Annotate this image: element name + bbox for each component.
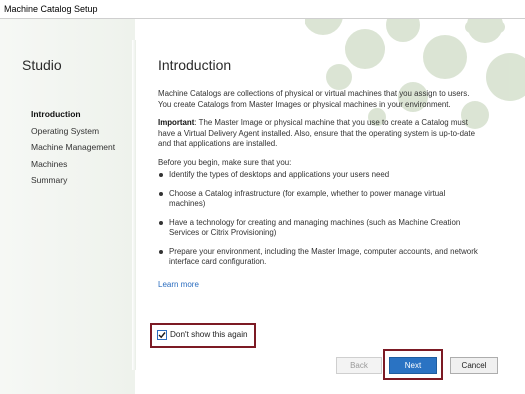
- intro-paragraph: Machine Catalogs are collections of phys…: [158, 89, 470, 109]
- next-button[interactable]: Next: [389, 357, 437, 374]
- important-text: : The Master Image or physical machine t…: [158, 118, 475, 148]
- learn-more-link[interactable]: Learn more: [158, 280, 199, 289]
- list-item: Identify the types of desktops and appli…: [158, 170, 478, 181]
- studio-heading: Studio: [22, 57, 62, 73]
- page-title: Introduction: [158, 57, 232, 73]
- cancel-button[interactable]: Cancel: [450, 357, 498, 374]
- wizard-steps: Introduction Operating System Machine Ma…: [31, 108, 115, 191]
- window-title: Machine Catalog Setup: [0, 0, 525, 18]
- list-item: Have a technology for creating and manag…: [158, 218, 478, 239]
- before-paragraph: Before you begin, make sure that you:: [158, 157, 292, 167]
- list-item: Prepare your environment, including the …: [158, 247, 478, 268]
- step-operating-system[interactable]: Operating System: [31, 125, 115, 142]
- requirements-list: Identify the types of desktops and appli…: [158, 170, 478, 268]
- important-paragraph: Important: The Master Image or physical …: [158, 118, 478, 150]
- sidebar: [0, 19, 135, 394]
- sidebar-divider: [132, 40, 136, 370]
- list-item: Choose a Catalog infrastructure (for exa…: [158, 189, 478, 210]
- step-introduction[interactable]: Introduction: [31, 108, 115, 125]
- step-machines[interactable]: Machines: [31, 158, 115, 175]
- step-summary[interactable]: Summary: [31, 174, 115, 191]
- back-button[interactable]: Back: [336, 357, 382, 374]
- checkmark-icon: [158, 332, 166, 339]
- step-machine-management[interactable]: Machine Management: [31, 141, 115, 158]
- important-label: Important: [158, 118, 195, 127]
- dont-show-checkbox[interactable]: [157, 330, 167, 340]
- dont-show-label[interactable]: Don't show this again: [170, 330, 248, 339]
- main-content: Introduction Machine Catalogs are collec…: [158, 57, 478, 276]
